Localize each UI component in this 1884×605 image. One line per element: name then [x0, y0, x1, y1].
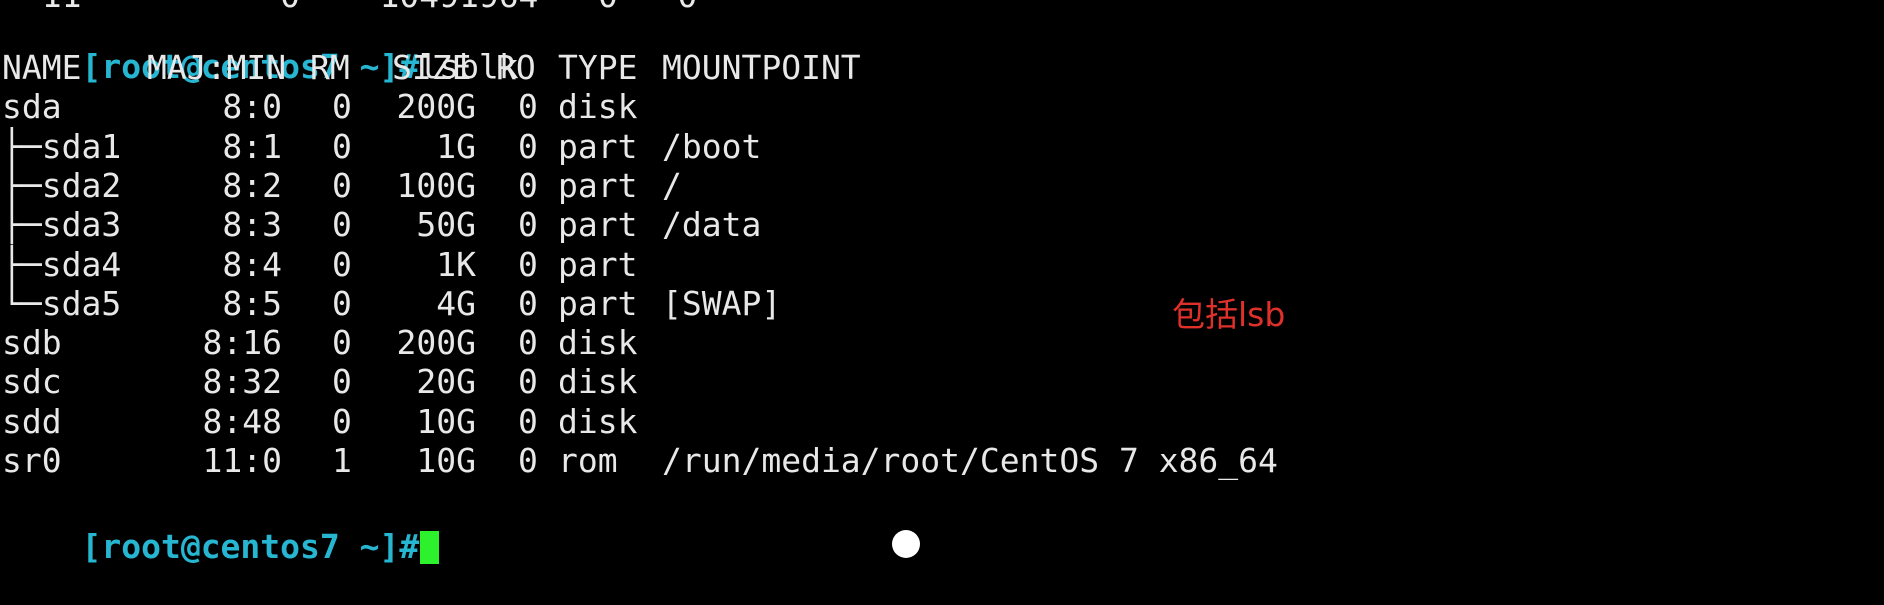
cell-majmin: 8:5: [222, 283, 282, 323]
header-ro: RO: [496, 48, 536, 87]
cell-mount: /boot: [662, 126, 762, 166]
command-line: [root@centos7 ~]#lsblk: [2, 8, 518, 86]
cell-rm: 0: [332, 205, 352, 245]
cell-type: disk: [558, 323, 638, 363]
cell-ro: 0: [518, 126, 538, 166]
table-row: sdd 8:48 0 10G 0 disk: [2, 402, 1402, 441]
mouse-pointer-icon: [892, 530, 920, 558]
terminal-window[interactable]: 11 0 10491964 0 0 [root@centos7 ~]#lsblk…: [0, 0, 1884, 566]
cell-name: sdc: [2, 362, 62, 402]
cell-rm: 0: [332, 323, 352, 363]
cell-name: ├─sda4: [2, 244, 122, 284]
table-row: ├─sda4 8:4 0 1K 0 part: [2, 245, 1402, 284]
table-row: ├─sda2 8:2 0 100G 0 part /: [2, 166, 1402, 205]
cell-ro: 0: [518, 283, 538, 323]
cell-mount: [SWAP]: [662, 283, 782, 323]
cell-type: part: [558, 165, 638, 205]
cell-name: ├─sda2: [2, 165, 122, 205]
table-row: ├─sda1 8:1 0 1G 0 part/boot: [2, 127, 1402, 166]
cell-name: sdb: [2, 323, 62, 363]
cell-majmin: 8:48: [202, 401, 282, 441]
cell-majmin: 8:2: [222, 165, 282, 205]
cell-ro: 0: [518, 244, 538, 284]
header-rm: RM: [310, 48, 350, 87]
cell-rm: 0: [332, 165, 352, 205]
cell-majmin: 8:3: [222, 205, 282, 245]
cell-rm: 0: [332, 283, 352, 323]
header-size: SIZE: [392, 48, 472, 87]
cell-size: 1G: [436, 126, 476, 166]
shell-prompt-final: [root@centos7 ~]#: [81, 527, 420, 566]
cell-rm: 0: [332, 362, 352, 402]
cell-type: part: [558, 126, 638, 166]
cell-ro: 0: [518, 165, 538, 205]
cell-majmin: 11:0: [202, 441, 282, 480]
cell-ro: 0: [518, 362, 538, 402]
cell-type: part: [558, 244, 638, 284]
cell-name: sr0: [2, 441, 62, 480]
cell-name: sda: [2, 87, 62, 127]
cell-name: sdd: [2, 401, 62, 441]
header-mount: MOUNTPOINT: [662, 48, 861, 87]
cell-rm: 0: [332, 126, 352, 166]
cell-ro: 0: [518, 205, 538, 245]
table-header: NAME MAJ:MIN RM SIZE RO TYPE MOUNTPOINT: [2, 48, 1402, 87]
cell-size: 50G: [416, 205, 476, 245]
table-row: sr0 11:0 1 10G 0 rom/run/media/root/CentOS 7 …: [2, 441, 1402, 480]
cell-type: disk: [558, 87, 638, 127]
cell-type: disk: [558, 401, 638, 441]
cell-majmin: 8:16: [202, 323, 282, 363]
cell-size: 1K: [436, 244, 476, 284]
cell-type: disk: [558, 362, 638, 402]
cell-rm: 0: [332, 401, 352, 441]
cell-rm: 0: [332, 244, 352, 284]
cell-size: 10G: [416, 401, 476, 441]
red-annotation-text: 包括lsb: [1172, 295, 1286, 334]
cell-size: 200G: [396, 323, 476, 363]
cell-ro: 0: [518, 401, 538, 441]
cell-mount: /data: [662, 205, 762, 245]
cell-rm: 0: [332, 87, 352, 127]
cell-size: 20G: [416, 362, 476, 402]
cell-name: └─sda5: [2, 283, 122, 323]
cell-majmin: 8:32: [202, 362, 282, 402]
cell-majmin: 8:1: [222, 126, 282, 166]
cell-ro: 0: [518, 441, 538, 480]
cell-size: 200G: [396, 87, 476, 127]
text-cursor[interactable]: [420, 531, 440, 564]
cell-mount: /: [662, 165, 682, 205]
cell-name: ├─sda1: [2, 126, 122, 166]
table-row: sdc 8:32 0 20G 0 disk: [2, 362, 1402, 401]
cell-mount: /run/media/root/CentOS 7 x86_64: [662, 441, 1278, 480]
header-majmin: MAJ:MIN: [147, 48, 287, 87]
cell-type: part: [558, 205, 638, 245]
cell-majmin: 8:0: [222, 87, 282, 127]
cell-size: 10G: [416, 441, 476, 480]
cell-size: 100G: [396, 165, 476, 205]
cell-type: part: [558, 283, 638, 323]
cell-ro: 0: [518, 323, 538, 363]
cell-name: ├─sda3: [2, 205, 122, 245]
cell-size: 4G: [436, 283, 476, 323]
header-name: NAME: [2, 48, 82, 87]
cell-ro: 0: [518, 87, 538, 127]
table-row: ├─sda3 8:3 0 50G 0 part/data: [2, 205, 1402, 244]
cell-rm: 1: [332, 441, 352, 480]
header-type: TYPE: [558, 48, 638, 87]
cell-majmin: 8:4: [222, 244, 282, 284]
cell-type: rom: [558, 441, 618, 480]
final-prompt-line[interactable]: [root@centos7 ~]#: [2, 488, 440, 566]
table-row: sda 8:0 0 200G 0 disk: [2, 87, 1402, 126]
